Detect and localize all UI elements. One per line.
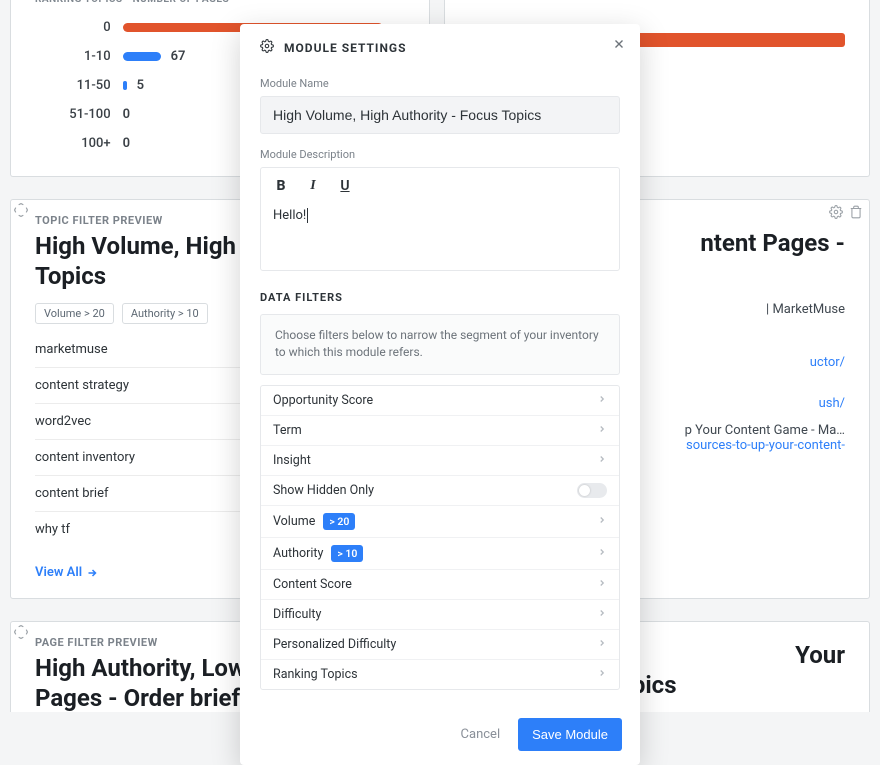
module-name-input[interactable]: [260, 96, 620, 134]
filter-opportunity-score[interactable]: Opportunity Score: [261, 386, 619, 415]
col-number-pages: NUMBER OF PAGES: [123, 0, 383, 13]
chart-cat: 11-50: [35, 71, 123, 100]
description-text: Hello!: [273, 208, 308, 223]
filters-help-text: Choose filters below to narrow the segme…: [260, 314, 620, 375]
modal-title: MODULE SETTINGS: [284, 41, 406, 55]
chevron-right-icon: [597, 453, 607, 468]
filter-label: Insight: [273, 453, 311, 468]
trash-icon[interactable]: [849, 204, 863, 223]
gear-icon[interactable]: [829, 204, 843, 223]
chevron-right-icon: [597, 637, 607, 652]
chart-cat: 51-100: [35, 100, 123, 129]
filter-difficulty[interactable]: Difficulty: [261, 599, 619, 629]
filter-term[interactable]: Term: [261, 415, 619, 445]
filter-chip[interactable]: Authority > 10: [122, 303, 208, 324]
data-filters-heading: DATA FILTERS: [260, 291, 620, 304]
chart-cat: 1-10: [35, 42, 123, 71]
chart-value: 67: [171, 49, 186, 64]
chevron-right-icon: [597, 546, 607, 561]
filter-content-score[interactable]: Content Score: [261, 569, 619, 599]
filter-label: Content Score: [273, 577, 352, 592]
module-name-label: Module Name: [260, 77, 620, 90]
filter-volume[interactable]: Volume > 20: [261, 505, 619, 537]
filter-ranking-topics[interactable]: Ranking Topics: [261, 659, 619, 689]
chevron-right-icon: [597, 423, 607, 438]
description-textarea[interactable]: Hello!: [261, 202, 619, 270]
module-desc-label: Module Description: [260, 148, 620, 161]
view-all-link[interactable]: View All: [35, 565, 98, 580]
filter-badge: > 20: [323, 513, 355, 530]
chart-cat: 100+: [35, 129, 123, 158]
module-settings-modal: MODULE SETTINGS Module Name Module Descr…: [240, 24, 640, 765]
chart-value: 5: [137, 78, 144, 93]
toggle-switch[interactable]: [577, 483, 607, 498]
chevron-right-icon: [597, 393, 607, 408]
chart-value: 0: [123, 107, 130, 122]
chevron-right-icon: [597, 577, 607, 592]
filter-insight[interactable]: Insight: [261, 445, 619, 475]
drag-handle-icon[interactable]: [12, 623, 30, 641]
filter-show-hidden[interactable]: Show Hidden Only: [261, 475, 619, 505]
filter-label: Term: [273, 423, 302, 438]
cancel-button[interactable]: Cancel: [457, 719, 505, 750]
chart-value: 0: [123, 136, 130, 151]
chart-bar: [123, 52, 161, 61]
filter-personalized-difficulty[interactable]: Personalized Difficulty: [261, 629, 619, 659]
bold-button[interactable]: B: [273, 178, 289, 194]
chart-cat: 0: [35, 13, 123, 42]
filter-chip[interactable]: Volume > 20: [35, 303, 114, 324]
drag-handle-icon[interactable]: [12, 201, 30, 219]
close-icon[interactable]: [612, 36, 626, 55]
filter-label: Difficulty: [273, 607, 321, 622]
filter-label: Opportunity Score: [273, 393, 373, 408]
card-title-line1: Your: [795, 641, 845, 669]
card-title-line2: Topics: [35, 262, 106, 290]
filter-badge: > 10: [331, 545, 363, 562]
underline-button[interactable]: U: [337, 178, 353, 194]
filter-label: Authority: [273, 546, 323, 561]
chart-bar: [123, 81, 127, 90]
filter-label: Volume: [273, 514, 315, 529]
filters-list: Opportunity Score Term Insight Show Hidd…: [260, 385, 620, 690]
filter-label: Personalized Difficulty: [273, 637, 396, 652]
save-module-button[interactable]: Save Module: [518, 718, 622, 751]
filter-label: Ranking Topics: [273, 667, 358, 682]
gear-icon: [260, 38, 274, 57]
chevron-right-icon: [597, 514, 607, 529]
italic-button[interactable]: I: [305, 178, 321, 194]
view-all-label: View All: [35, 565, 82, 580]
chevron-right-icon: [597, 607, 607, 622]
filter-label: Show Hidden Only: [273, 483, 374, 498]
chevron-right-icon: [597, 667, 607, 682]
filter-authority[interactable]: Authority > 10: [261, 537, 619, 569]
col-ranking-topics: RANKING TOPICS: [35, 0, 123, 13]
description-editor: B I U Hello!: [260, 167, 620, 271]
